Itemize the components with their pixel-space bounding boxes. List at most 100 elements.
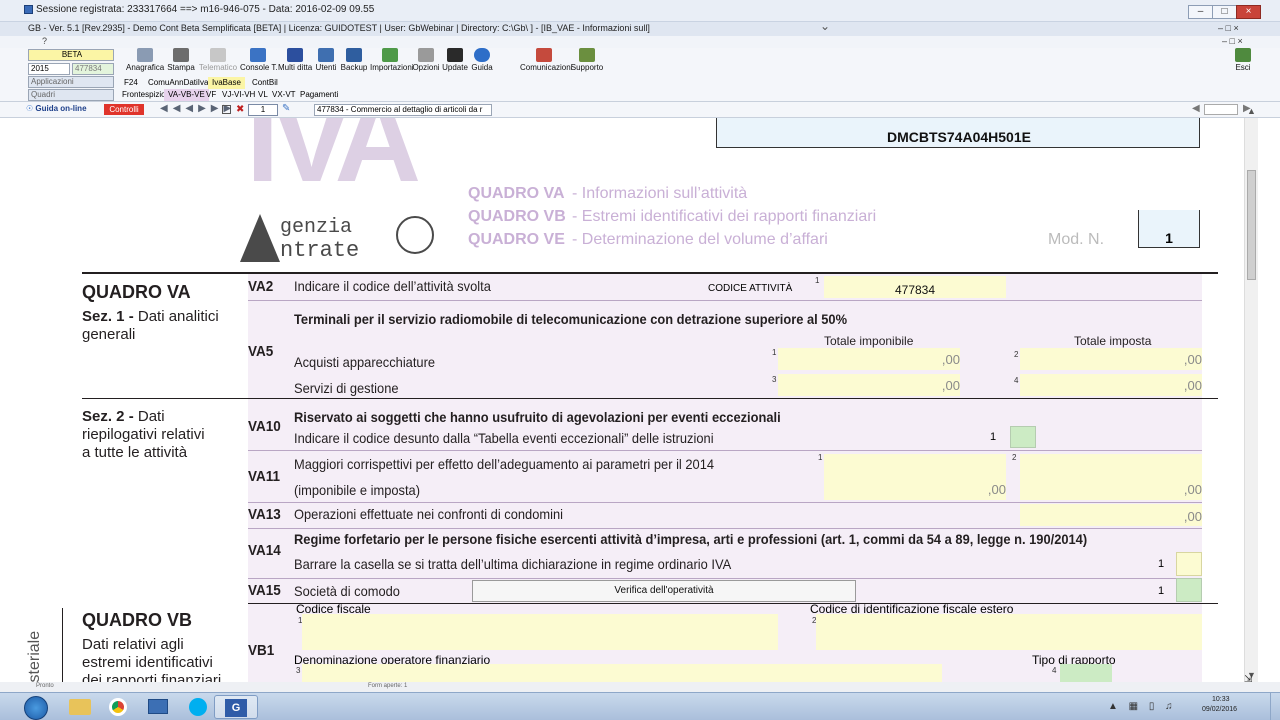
company-select[interactable]: BETA: [28, 49, 114, 61]
session-title: Sessione registrata: 233317664 ==> m16-9…: [36, 4, 375, 15]
telematico-button[interactable]: Telematico: [198, 48, 238, 74]
controlli-button[interactable]: Controlli: [104, 104, 144, 115]
vb1-cf-estero-input[interactable]: [816, 614, 1202, 650]
guida-button[interactable]: Guida: [470, 48, 494, 74]
tab-ivabase[interactable]: IvaBase: [208, 77, 245, 89]
esci-button[interactable]: Esci: [1232, 48, 1254, 74]
menu-quadri[interactable]: Quadri: [28, 89, 114, 101]
tab-vx-vt[interactable]: VX-VT: [268, 89, 300, 101]
hscroll-thumb[interactable]: [1204, 104, 1238, 115]
resize-grip-icon[interactable]: ⇲: [1244, 674, 1252, 685]
activity-dropdown[interactable]: 477834 - Commercio al dettaglio di artic…: [314, 104, 492, 116]
importazioni-button[interactable]: Importazioni: [370, 48, 414, 74]
delete-icon[interactable]: ✖: [236, 104, 244, 115]
sez2-line3: a tutte le attività: [82, 444, 188, 461]
va5-imposta-servizi-input[interactable]: ,00: [1020, 374, 1202, 396]
tab-contbil[interactable]: ContBil: [248, 77, 282, 89]
supporto-icon: [579, 48, 595, 62]
session-title-bar: Sessione registrata: 233317664 ==> m16-9…: [0, 0, 1280, 22]
va10-text: Indicare il codice desunto dalla “Tabell…: [294, 430, 714, 446]
stampa-label: Stampa: [167, 63, 195, 72]
comunicazioni-icon: [536, 48, 552, 62]
navigation-bar: ☉ Guida on-line Controlli ◀◀◀▶▶▶ ✖ 1 ✎ 4…: [0, 102, 1280, 118]
maximize-button[interactable]: □: [1212, 5, 1237, 19]
scroll-thumb[interactable]: [1247, 170, 1256, 280]
va14-checkbox[interactable]: [1176, 552, 1202, 576]
close-button[interactable]: ×: [1236, 5, 1261, 19]
importazioni-label: Importazioni: [370, 63, 414, 72]
taskbar-remote[interactable]: [136, 695, 180, 719]
chevron-down-icon[interactable]: ⌄: [812, 20, 838, 34]
year-select[interactable]: 2015: [28, 63, 70, 75]
va10-codice-input[interactable]: [1010, 426, 1036, 448]
hscroll-left-arrow[interactable]: ◀: [1192, 103, 1200, 114]
va5-imponibile-servizi-input[interactable]: ,00: [778, 374, 960, 396]
tab-frontespizio[interactable]: Frontespizio: [118, 89, 170, 101]
anagrafica-button[interactable]: Anagrafica: [126, 48, 164, 74]
va11-imposta-input[interactable]: ,00: [1020, 454, 1202, 500]
vb1-tipo-rapporto-input[interactable]: [1060, 664, 1112, 682]
va-sep-6: [248, 578, 1202, 579]
agenzia-logo-word2: ntrate: [280, 238, 359, 263]
clock-date[interactable]: 09/02/2016: [1202, 706, 1237, 713]
va5-imposta-acquisti-input[interactable]: ,00: [1020, 348, 1202, 370]
copy-icon[interactable]: [222, 105, 231, 114]
vertical-scrollbar[interactable]: ▲ ▼: [1244, 106, 1258, 682]
anagrafica-icon: [137, 48, 153, 62]
opzioni-button[interactable]: Opzioni: [412, 48, 440, 74]
va11-cents-1: ,00: [987, 482, 1006, 497]
guida-online-link[interactable]: ☉ Guida on-line: [26, 104, 87, 113]
tray-icons[interactable]: ▲ ▦ ▯ ♫: [1108, 701, 1177, 712]
clock-time[interactable]: 10:33: [1212, 696, 1230, 703]
taskbar-chrome[interactable]: [96, 695, 140, 719]
page-number-input[interactable]: 1: [248, 104, 278, 116]
utenti-button[interactable]: Utenti: [314, 48, 338, 74]
update-button[interactable]: Update: [442, 48, 468, 74]
comunicazioni-button[interactable]: Comunicazioni: [520, 48, 572, 74]
search-page-icon[interactable]: ✎: [282, 103, 290, 114]
guida-online-label: Guida on-line: [35, 104, 87, 113]
multi-ditta-button[interactable]: Multi ditta: [278, 48, 312, 74]
va13-input[interactable]: ,00: [1020, 504, 1202, 526]
console-icon: [250, 48, 266, 62]
menu-applicazioni[interactable]: Applicazioni: [28, 76, 114, 88]
va15-checkbox[interactable]: [1176, 578, 1202, 602]
folder-icon: [69, 699, 91, 715]
vb1-sup3: 3: [296, 666, 301, 675]
vb1-denominazione-input[interactable]: [302, 664, 942, 682]
va2-codice-attivita-input[interactable]: 477834: [824, 276, 1006, 298]
company-name: BETA: [61, 50, 83, 59]
tab-comuanndatiiva[interactable]: ComuAnnDatiIva: [144, 77, 212, 89]
status-left: Pronto: [36, 683, 54, 689]
va5-imponibile-acquisti-input[interactable]: ,00: [778, 348, 960, 370]
scroll-up-arrow[interactable]: ▲: [1247, 106, 1256, 116]
tab-f24[interactable]: F24: [120, 77, 142, 89]
header-quadro-va-desc: - Informazioni sull’attività: [572, 185, 748, 202]
activity-code-select[interactable]: 477834: [72, 63, 114, 75]
header-quadro-ve-desc: - Determinazione del volume d’affari: [572, 231, 828, 248]
agenzia-entrate-logo: genzia ntrate: [240, 214, 440, 264]
console-button[interactable]: Console T.: [240, 48, 278, 74]
sez2-prefix: Sez. 2 -: [82, 408, 134, 425]
va-sep-1: [248, 300, 1202, 301]
header-quadro-vb-desc: - Estremi identificativi dei rapporti fi…: [572, 208, 877, 225]
minimize-button[interactable]: –: [1188, 5, 1213, 19]
backup-button[interactable]: Backup: [340, 48, 368, 74]
va5-title: Terminali per il servizio radiomobile di…: [294, 311, 848, 327]
verifica-operativita-button[interactable]: Verifica dell'operatività: [472, 580, 856, 602]
stampa-button[interactable]: Stampa: [166, 48, 196, 74]
mdi-controls[interactable]: – □ ×: [1222, 36, 1243, 46]
vb1-codice-fiscale-input[interactable]: [302, 614, 778, 650]
iva-logo: IVA: [246, 118, 421, 200]
chrome-icon: [109, 698, 127, 716]
app-window-controls[interactable]: – □ ×: [1218, 23, 1239, 33]
supporto-button[interactable]: Supporto: [570, 48, 604, 74]
mod-n-field[interactable]: 1: [1138, 210, 1200, 248]
show-desktop-button[interactable]: [1270, 693, 1280, 720]
va11-imponibile-input[interactable]: ,00: [824, 454, 1006, 500]
menu-help[interactable]: ?: [42, 36, 47, 46]
taskbar-gb[interactable]: G: [214, 695, 258, 719]
tab-pagamenti[interactable]: Pagamenti: [296, 89, 342, 101]
quadro-vb-desc: Dati relativi agli estremi identificativi…: [82, 636, 252, 682]
start-button[interactable]: [24, 696, 48, 720]
